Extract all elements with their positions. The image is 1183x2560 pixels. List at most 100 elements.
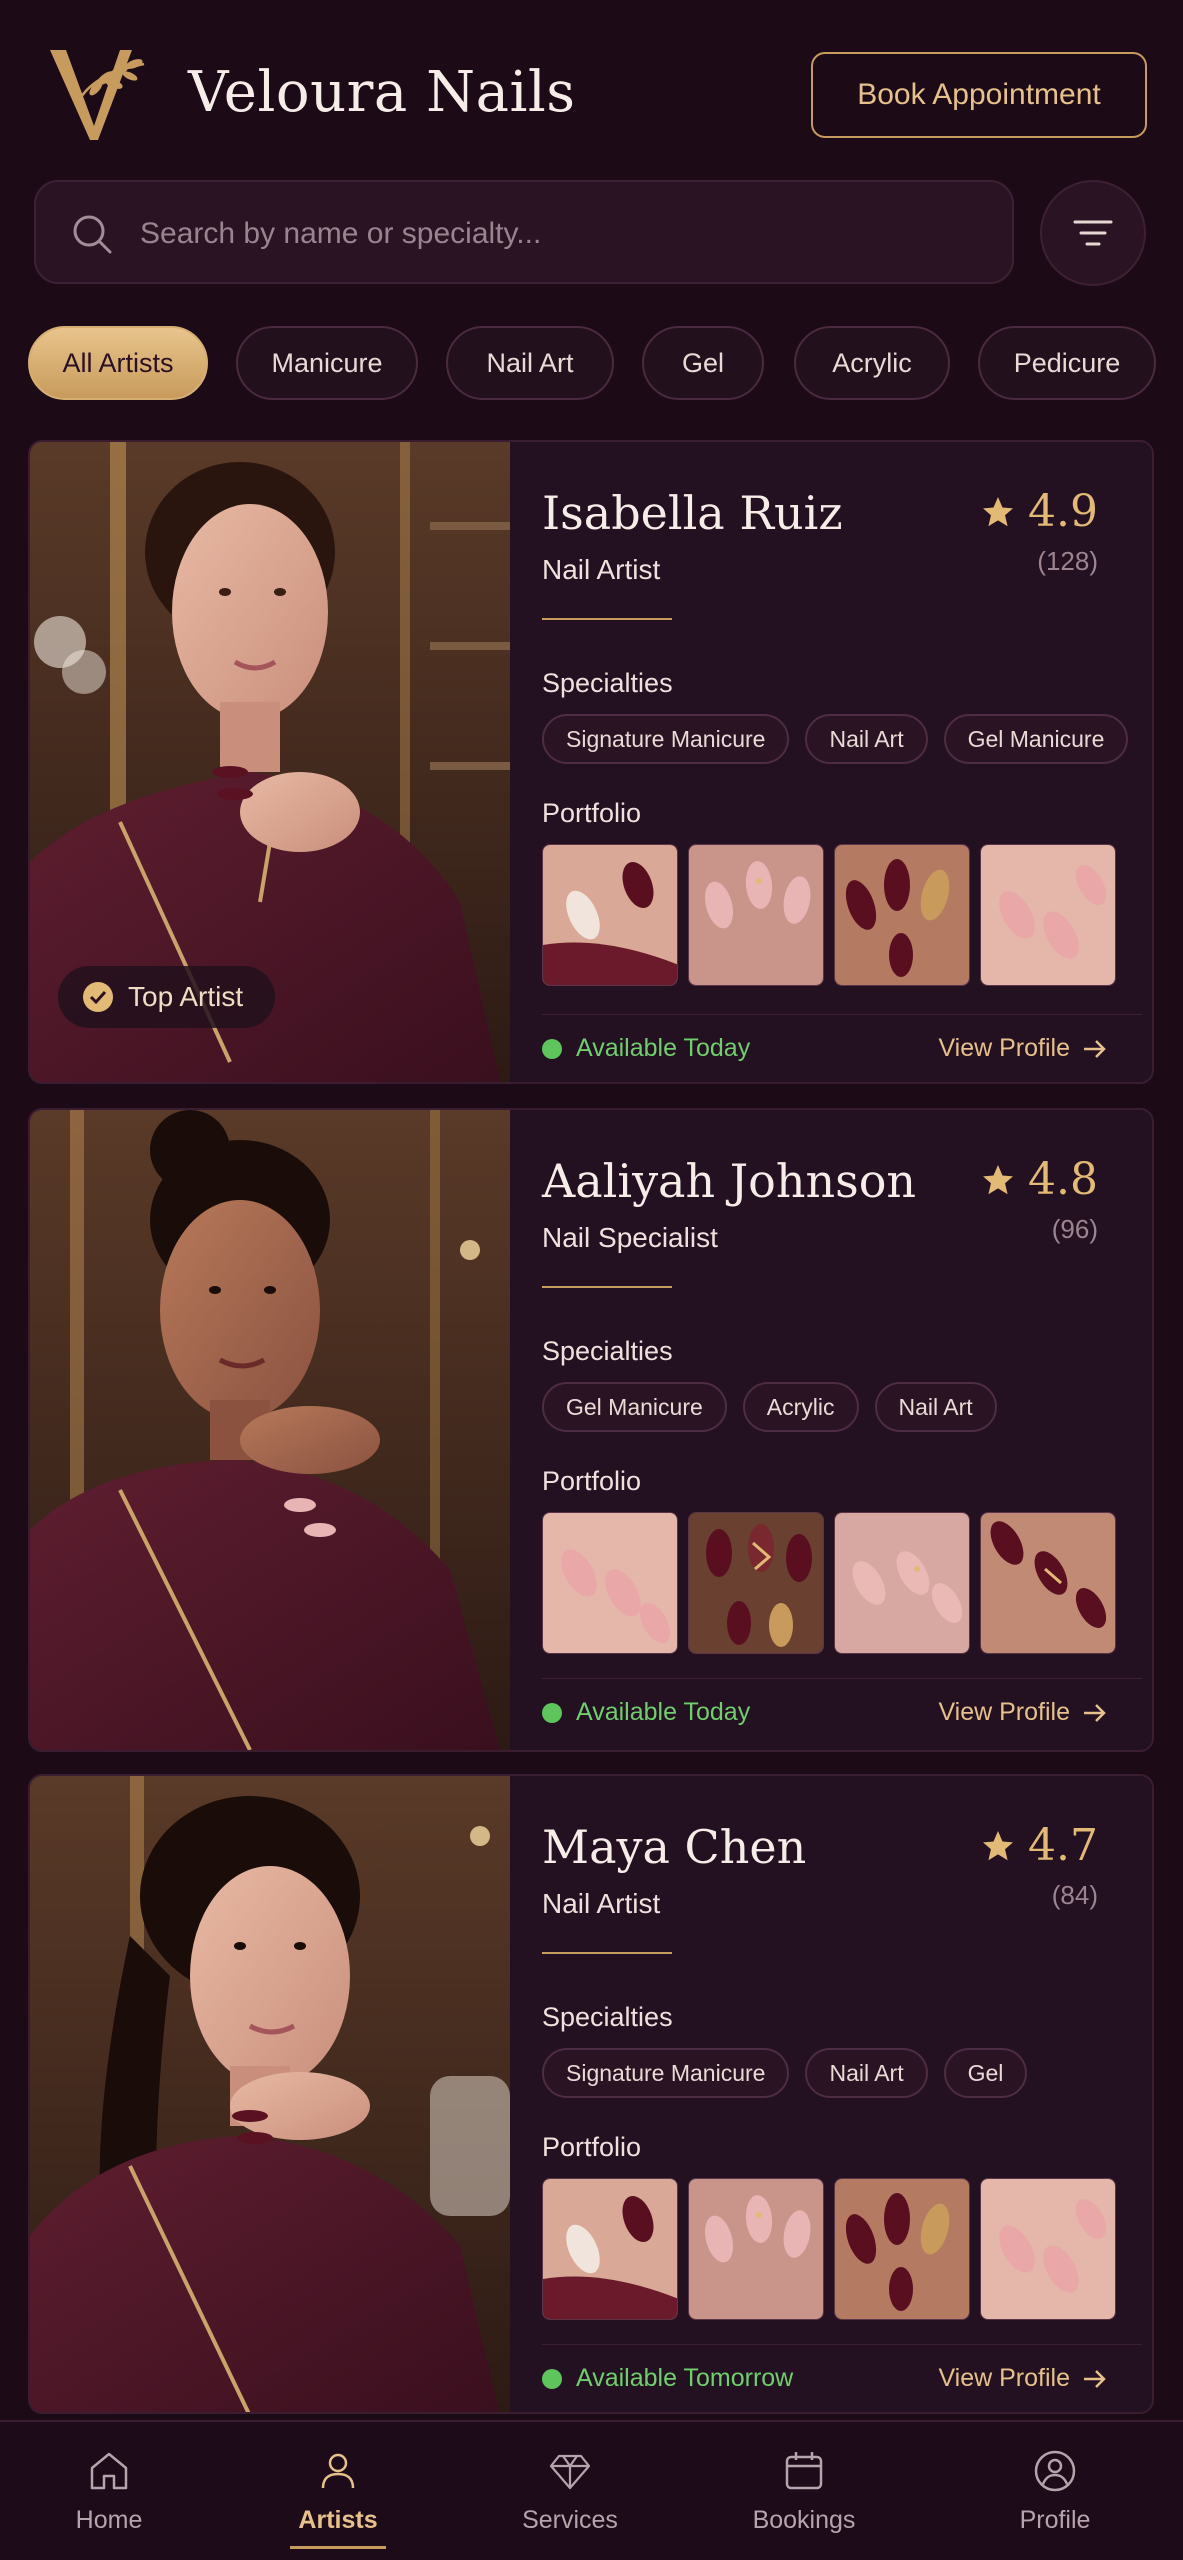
nav-profile[interactable]: Profile: [975, 2448, 1135, 2548]
specialty-tag[interactable]: Gel Manicure: [943, 714, 1129, 764]
filter-button[interactable]: [1040, 180, 1146, 286]
portfolio-thumb-nude-pink[interactable]: [980, 2178, 1116, 2320]
arrow-right-icon: [1084, 1039, 1106, 1058]
view-profile-link[interactable]: View Profile: [938, 1034, 1108, 1063]
specialty-tag[interactable]: Acrylic: [742, 1382, 859, 1432]
top-artist-label: Top Artist: [128, 981, 244, 1012]
view-profile-link[interactable]: View Profile: [938, 1698, 1108, 1727]
app-header: Veloura Nails Book Appointment: [0, 0, 1183, 170]
portfolio-gallery: [542, 2178, 1116, 2320]
specialty-tag[interactable]: Signature Manicure: [542, 2048, 790, 2098]
specialty-tag[interactable]: Signature Manicure: [542, 714, 790, 764]
chip-gel[interactable]: Gel: [642, 326, 764, 400]
portfolio-thumb-burgundy-gold[interactable]: [834, 844, 970, 986]
artist-photo: [30, 1776, 510, 2412]
star-icon: [983, 1830, 1014, 1860]
diamond-icon: [549, 2454, 591, 2490]
divider: [542, 1952, 672, 1954]
rating: 4.8: [980, 1154, 1098, 1205]
portfolio-thumb-burgundy-gold[interactable]: [688, 1512, 824, 1654]
nav-bookings[interactable]: Bookings: [724, 2448, 884, 2548]
portfolio-thumb-pink-gold-flake[interactable]: [688, 844, 824, 986]
availability-status: Available Today: [542, 1698, 750, 1727]
rating: 4.9: [980, 486, 1098, 537]
artist-card[interactable]: Top Artist Isabella Ruiz Nail Artist 4.9…: [28, 440, 1154, 1084]
portfolio-thumb-nude-pink[interactable]: [980, 844, 1116, 986]
specialty-tag[interactable]: Nail Art: [805, 714, 928, 764]
artist-info: Aaliyah Johnson Nail Specialist 4.8 (96)…: [542, 1110, 1142, 1750]
view-profile-link[interactable]: View Profile: [938, 2364, 1108, 2393]
availability-label: Available Tomorrow: [576, 2364, 794, 2392]
portfolio-thumb-pink-gold-flake[interactable]: [834, 1512, 970, 1654]
portfolio-thumb-burgundy-marble[interactable]: [542, 2178, 678, 2320]
portfolio-gallery: [542, 1512, 1116, 1654]
status-dot-icon: [542, 1038, 562, 1059]
portfolio-thumb-pink-gold-flake[interactable]: [688, 2178, 824, 2320]
nav-bookings-label: Bookings: [752, 2506, 856, 2534]
active-tab-indicator: [290, 2546, 386, 2549]
book-appointment-button[interactable]: Book Appointment: [811, 52, 1147, 138]
rating-value: 4.8: [1028, 1154, 1098, 1205]
nav-home-label: Home: [75, 2506, 143, 2534]
status-dot-icon: [542, 2368, 562, 2389]
divider: [542, 618, 672, 620]
verified-badge-icon: [83, 982, 113, 1012]
card-divider: [542, 2344, 1142, 2345]
specialty-tag[interactable]: Gel: [943, 2048, 1028, 2098]
portfolio-label: Portfolio: [542, 1466, 642, 1496]
home-icon: [90, 2452, 128, 2490]
artist-photo: [30, 1110, 510, 1750]
nav-home[interactable]: Home: [29, 2448, 189, 2548]
portfolio-label: Portfolio: [542, 798, 642, 828]
artist-info: Isabella Ruiz Nail Artist 4.9 (128) Spec…: [542, 442, 1142, 1082]
nav-artists[interactable]: Artists: [258, 2448, 418, 2548]
artist-name: Isabella Ruiz: [542, 486, 843, 540]
view-profile-label: View Profile: [938, 1034, 1070, 1062]
rating: 4.7: [980, 1820, 1098, 1871]
search-input[interactable]: [140, 204, 980, 264]
star-icon: [983, 1164, 1014, 1194]
arrow-right-icon: [1084, 1703, 1106, 1722]
review-count: (96): [1051, 1214, 1098, 1244]
chip-manicure[interactable]: Manicure: [236, 326, 418, 400]
nav-services[interactable]: Services: [490, 2448, 650, 2548]
portfolio-thumb-nude-pink[interactable]: [542, 1512, 678, 1654]
specialty-tags: Gel Manicure Acrylic Nail Art: [542, 1382, 997, 1432]
nav-artists-label: Artists: [298, 2506, 378, 2534]
chip-acrylic[interactable]: Acrylic: [794, 326, 950, 400]
specialties-label: Specialties: [542, 1336, 673, 1366]
view-profile-label: View Profile: [938, 2364, 1070, 2392]
chip-pedicure[interactable]: Pedicure: [978, 326, 1156, 400]
portfolio-label: Portfolio: [542, 2132, 642, 2162]
profile-icon: [1034, 2450, 1076, 2492]
search-bar: [34, 180, 1014, 284]
specialty-tag[interactable]: Nail Art: [874, 1382, 997, 1432]
top-artist-badge: Top Artist: [58, 966, 276, 1028]
portfolio-thumb-burgundy-gold[interactable]: [834, 2178, 970, 2320]
rating-value: 4.9: [1028, 486, 1098, 537]
availability-status: Available Tomorrow: [542, 2364, 793, 2393]
person-icon: [321, 2453, 355, 2489]
filter-icon: [1073, 220, 1113, 246]
specialty-tag[interactable]: Gel Manicure: [542, 1382, 727, 1432]
calendar-icon: [785, 2452, 823, 2490]
artist-card[interactable]: Maya Chen Nail Artist 4.7 (84) Specialti…: [28, 1774, 1154, 2414]
status-dot-icon: [542, 1702, 562, 1723]
nav-services-label: Services: [522, 2506, 618, 2534]
portfolio-thumb-burgundy-marble[interactable]: [542, 844, 678, 986]
artist-role: Nail Specialist: [542, 1222, 718, 1253]
bottom-navigation: Home Artists Services Bookings Profile: [0, 2420, 1183, 2560]
search-icon: [73, 215, 112, 254]
portfolio-thumb-burgundy-accent[interactable]: [980, 1512, 1116, 1654]
specialty-tag[interactable]: Nail Art: [805, 2048, 928, 2098]
artist-name: Aaliyah Johnson: [542, 1154, 917, 1208]
specialties-label: Specialties: [542, 2002, 673, 2032]
artist-card[interactable]: Aaliyah Johnson Nail Specialist 4.8 (96)…: [28, 1108, 1154, 1752]
chip-nail-art[interactable]: Nail Art: [446, 326, 614, 400]
divider: [542, 1286, 672, 1288]
artist-role: Nail Artist: [542, 554, 661, 585]
artist-role: Nail Artist: [542, 1888, 661, 1919]
availability-label: Available Today: [576, 1034, 751, 1062]
chip-all-artists[interactable]: All Artists: [28, 326, 208, 400]
brand-name: Veloura Nails: [188, 60, 576, 125]
